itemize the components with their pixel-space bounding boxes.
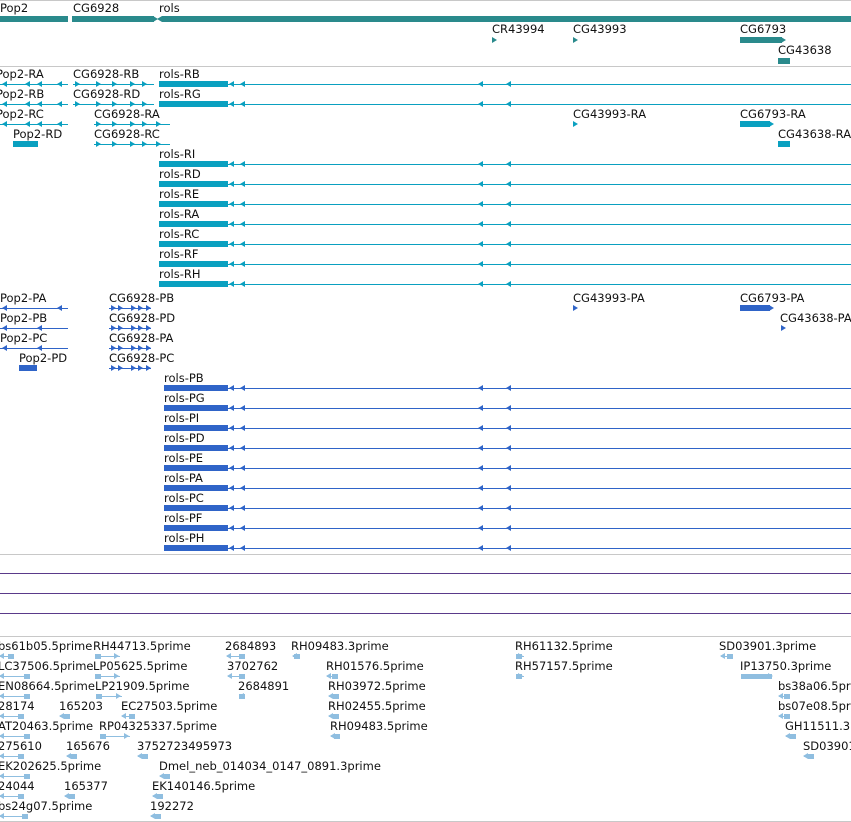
exon-block[interactable] [24,773,30,779]
exon-block[interactable] [332,673,338,679]
feature-label: RH01576.5prime [326,659,424,673]
feature-label: 165676 [66,739,110,753]
feature-label: GH11511.3prime [785,719,851,733]
feature-label: 165203 [59,699,103,713]
exon-block[interactable] [100,733,106,739]
exon-block[interactable] [18,713,24,719]
exon-block[interactable] [294,653,300,659]
feature-label: LP05625.5prime [93,659,188,673]
feature-label: bs61b05.5prime [0,639,93,653]
exon-block[interactable] [334,733,340,739]
exon-block[interactable] [239,693,245,699]
feature-label: 3702762 [227,659,279,673]
strand-right-arrow-icon [124,733,129,739]
exon-block[interactable] [64,713,70,719]
browser-canvas: Pop2 CG6928 rols CR43994 CG43993 CG6793 CG4363… [0,0,851,822]
feature-label: 165377 [64,779,108,793]
exon-block[interactable] [333,713,339,719]
strand-right-arrow-icon [768,673,773,679]
feature-label: 24044 [0,779,35,793]
feature-label: RH03972.5prime [328,679,426,693]
feature-label: RH44713.5prime [93,639,191,653]
feature-label: RH02455.5prime [328,699,426,713]
exon-block[interactable] [784,693,790,699]
exon-block[interactable] [95,673,101,679]
feature-label: LC37506.5prime [0,659,94,673]
exon-block[interactable] [157,793,163,799]
feature-label: 28174 [0,699,35,713]
feature-label: IP13750.3prime [740,659,832,673]
exon-block[interactable] [727,653,733,659]
feature-label: SD03901.5prime [803,739,851,753]
exon-block[interactable] [8,653,14,659]
feature-label: bs38a06.5prime [778,679,851,693]
feature-label: RH57157.5prime [515,659,613,673]
exon-block[interactable] [790,733,796,739]
est-track: bs61b05.5prime RH44713.5prime 2684893 RH094… [0,0,851,822]
exon-block[interactable] [95,653,101,659]
exon-block[interactable] [129,713,135,719]
feature-label: 2684891 [238,679,290,693]
exon-block[interactable] [142,753,148,759]
exon-block[interactable] [164,773,170,779]
exon-block[interactable] [784,713,790,719]
strand-left-arrow-icon [778,713,783,719]
feature-label: 275610 [0,739,42,753]
exon-block[interactable] [96,693,102,699]
strand-left-arrow-icon [720,653,725,659]
exon-block[interactable] [239,673,245,679]
feature-label: RH09483.5prime [330,719,428,733]
feature-label: 192272 [150,799,194,813]
exon-block[interactable] [71,753,77,759]
feature-label: AT20463.5prime [0,719,94,733]
exon-block[interactable] [808,753,814,759]
exon-block[interactable] [155,813,161,819]
feature-label: RH61132.5prime [515,639,613,653]
feature-label: bs24g07.5prime [0,799,93,813]
feature-label: EK202625.5prime [0,759,102,773]
feature-label: LP21909.5prime [95,679,190,693]
exon-block[interactable] [22,813,28,819]
exon-block[interactable] [18,793,24,799]
exon-block[interactable] [69,793,75,799]
exon-block[interactable] [239,653,245,659]
feature-label: RP04325337.5prime [99,719,217,733]
feature-label: EC27503.5prime [121,699,218,713]
exon-block[interactable] [24,693,30,699]
strand-left-arrow-icon [0,813,4,819]
strand-right-arrow-icon [518,673,523,679]
exon-block[interactable] [18,753,24,759]
exon-block[interactable] [24,733,30,739]
exon-block[interactable] [333,693,339,699]
feature-label: bs07e08.5prime [778,699,851,713]
feature-label: 2684893 [225,639,277,653]
feature-label: SD03901.3prime [719,639,817,653]
feature-label: Dmel_neb_014034_0147_0891.3prime [159,759,381,773]
feature-label: EK140146.5prime [152,779,256,793]
feature-label: RH09483.3prime [291,639,389,653]
strand-left-arrow-icon [227,673,232,679]
feature-label: EN08664.5prime [0,679,95,693]
exon-block[interactable] [24,673,30,679]
feature-label: 3752723495973 [137,739,233,753]
